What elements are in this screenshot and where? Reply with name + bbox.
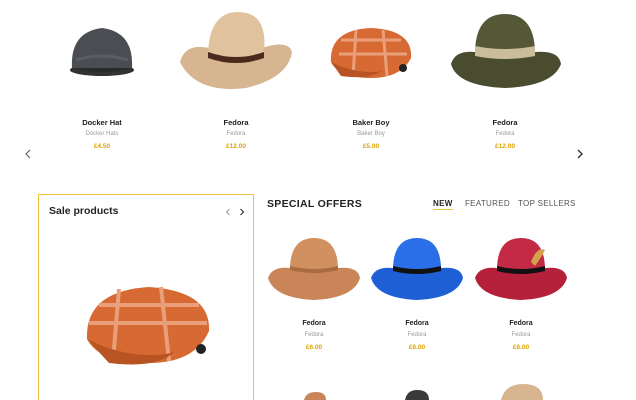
product-category: Fedora [511, 332, 531, 338]
product-name[interactable]: Docker Hat [42, 118, 162, 127]
tab-top-sellers[interactable]: TOP SELLERS [518, 199, 576, 208]
chevron-right-icon [240, 208, 245, 216]
product-name[interactable]: Fedora [176, 118, 296, 127]
tab-new[interactable]: NEW [433, 199, 453, 210]
carousel-next-button[interactable] [573, 147, 587, 161]
product-category: Baker Boy [357, 131, 385, 137]
featured-carousel: Docker Hat Docker Hats £4.50 Fedora Fedo… [0, 0, 636, 175]
baker-boy-cap-image [330, 28, 412, 78]
product-price: £5.00 [362, 143, 380, 150]
sale-prev-button[interactable] [223, 207, 233, 217]
beige-fedora-image [180, 12, 292, 89]
sale-products-panel: Sale products [38, 194, 254, 400]
tan-hat-image-partial [304, 392, 326, 400]
tab-featured[interactable]: FEATURED [465, 199, 510, 208]
product-price: £6.00 [512, 344, 530, 351]
product-name[interactable]: Fedora [471, 320, 571, 327]
docker-hat-image [70, 28, 134, 76]
product-name[interactable]: Baker Boy [311, 118, 431, 127]
beige-hat-image-partial [501, 384, 543, 400]
carousel-prev-button[interactable] [21, 147, 35, 161]
tan-fedora-image [268, 238, 360, 300]
product-category: Docker Hats [85, 131, 119, 137]
product-price: £12.00 [495, 143, 515, 150]
baker-boy-cap-image [86, 286, 210, 365]
green-fedora-image [451, 14, 561, 88]
product-category: Fedora [304, 332, 324, 338]
product-price: £6.00 [408, 344, 426, 351]
blue-fedora-image [371, 238, 463, 300]
chevron-right-icon [577, 149, 583, 159]
special-offers-title: SPECIAL OFFERS [267, 198, 363, 210]
product-category: Fedora [495, 131, 515, 137]
chevron-left-icon [225, 208, 230, 216]
product-price: £12.00 [226, 143, 246, 150]
product-name[interactable]: Fedora [445, 118, 565, 127]
product-category: Fedora [407, 332, 427, 338]
sale-next-button[interactable] [237, 207, 247, 217]
product-category: Fedora [226, 131, 246, 137]
chevron-left-icon [25, 149, 31, 159]
product-name[interactable]: Fedora [264, 320, 364, 327]
red-fedora-image [475, 238, 567, 300]
sale-products-title: Sale products [49, 205, 119, 217]
dark-hat-image-partial [405, 390, 429, 400]
product-name[interactable]: Fedora [367, 320, 467, 327]
product-price: £4.50 [93, 143, 111, 150]
product-price: £6.00 [305, 344, 323, 351]
